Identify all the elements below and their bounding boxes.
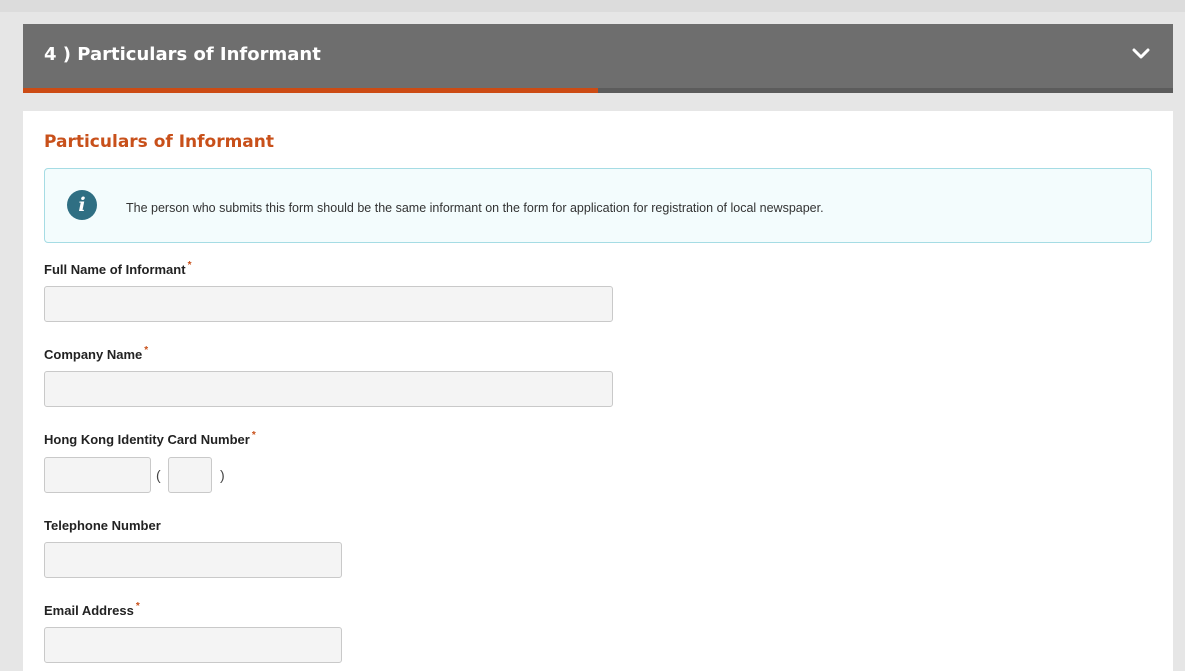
telephone-label: Telephone Number	[44, 518, 161, 533]
info-icon: i	[67, 190, 97, 220]
info-box: i The person who submits this form shoul…	[44, 168, 1152, 243]
company-name-input[interactable]	[44, 371, 613, 407]
company-name-label: Company Name *	[44, 345, 149, 362]
hkid-check-digit-input[interactable]	[168, 457, 212, 493]
telephone-input[interactable]	[44, 542, 342, 578]
accordion-header[interactable]: 4 ) Particulars of Informant	[23, 24, 1173, 88]
progress-bar	[23, 88, 1173, 93]
company-name-label-text: Company Name	[44, 347, 143, 362]
chevron-down-icon[interactable]	[1131, 46, 1151, 62]
full-name-input[interactable]	[44, 286, 613, 322]
progress-bar-fill	[23, 88, 598, 93]
email-label: Email Address *	[44, 601, 140, 618]
email-input[interactable]	[44, 627, 342, 663]
required-marker: *	[251, 430, 256, 441]
accordion-title: 4 ) Particulars of Informant	[44, 44, 321, 65]
hkid-close-paren: )	[220, 467, 225, 483]
section-title: Particulars of Informant	[44, 132, 275, 152]
hkid-open-paren: (	[156, 467, 161, 483]
form-panel: Particulars of Informant i The person wh…	[23, 111, 1173, 671]
info-text: The person who submits this form should …	[126, 201, 824, 215]
required-marker: *	[144, 345, 149, 356]
hkid-main-input[interactable]	[44, 457, 151, 493]
email-label-text: Email Address	[44, 603, 134, 618]
full-name-label: Full Name of Informant *	[44, 260, 192, 277]
required-marker: *	[187, 260, 192, 271]
telephone-label-text: Telephone Number	[44, 518, 161, 533]
top-strip	[0, 0, 1185, 12]
full-name-label-text: Full Name of Informant	[44, 262, 186, 277]
hkid-label-text: Hong Kong Identity Card Number	[44, 432, 250, 447]
required-marker: *	[135, 601, 140, 612]
hkid-label: Hong Kong Identity Card Number *	[44, 430, 256, 447]
